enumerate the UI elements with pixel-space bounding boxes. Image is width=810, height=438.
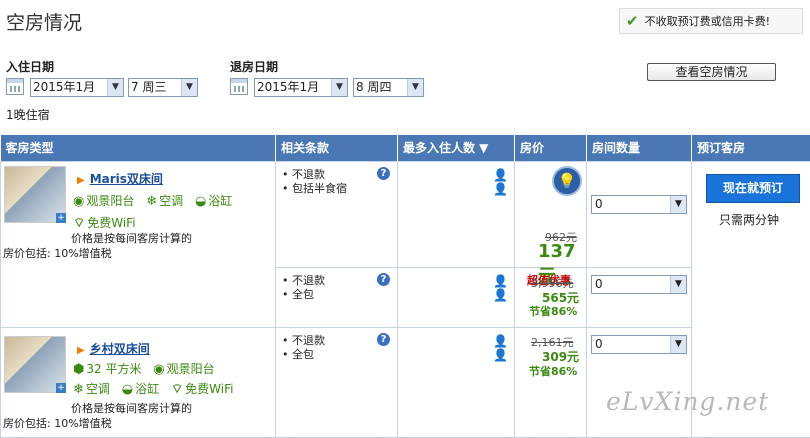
checkin-day-select[interactable]: 7 周三▼ xyxy=(128,78,198,97)
price-note: 价格是按每间客房计算的 xyxy=(71,400,192,416)
zoom-icon: + xyxy=(56,213,66,223)
eye-icon: ◉ xyxy=(73,194,84,209)
amenity-size: ⬢32 平方米 xyxy=(73,362,141,376)
header-quantity: 房间数量 xyxy=(587,135,692,161)
chevron-down-icon: ▼ xyxy=(181,79,197,96)
header-max-guests[interactable]: 最多入住人数 ▼ xyxy=(398,135,515,161)
qty-cell: 0▼ xyxy=(587,161,692,267)
chevron-down-icon: ▼ xyxy=(670,276,686,293)
price-note: 价格是按每间客房计算的 xyxy=(71,230,192,246)
qty-cell: 0▼ xyxy=(587,327,692,437)
book-now-button[interactable]: 现在就预订 xyxy=(706,174,800,203)
eye-icon: ◉ xyxy=(153,362,164,377)
header-price: 房价 xyxy=(515,135,587,161)
amenity-wifi: ⌔免费WiFi xyxy=(73,216,136,230)
guests-cell: 👤👤 xyxy=(398,327,515,437)
amenity-balcony: ◉观景阳台 xyxy=(153,362,214,376)
amenity-ac: ❄空调 xyxy=(73,382,110,396)
chevron-down-icon: ▼ xyxy=(670,196,686,213)
checkout-label: 退房日期 xyxy=(230,58,278,75)
room-photo[interactable]: + xyxy=(4,336,66,393)
nights-count: 1晚住宿 xyxy=(6,106,50,123)
checkout-calendar-icon[interactable] xyxy=(230,78,248,95)
page-title: 空房情况 xyxy=(6,8,82,35)
lightbulb-deal-icon: 💡 xyxy=(552,166,582,196)
room-cell: + 乡村双床间 ⬢32 平方米 ◉观景阳台 ❄空调 ◒浴缸 ⌔免费WiFi 价格… xyxy=(1,327,276,437)
room-cell: + Maris双床间 ◉观景阳台 ❄空调 ◒浴缸 ⌔免费WiFi 价格是按每间客… xyxy=(1,161,276,327)
price-cell: 2,161元 309元 节省86% xyxy=(515,327,587,437)
terms-cell: • 不退款• 包括半食宿 ? xyxy=(276,161,398,267)
room-photo[interactable]: + xyxy=(4,166,66,223)
bathtub-icon: ◒ xyxy=(195,194,206,209)
no-fee-notice: ✔ 不收取预订费或信用卡费! xyxy=(619,8,803,34)
room-quantity-select[interactable]: 0▼ xyxy=(591,335,687,354)
room-quantity-select[interactable]: 0▼ xyxy=(591,195,687,214)
checkout-month-select[interactable]: 2015年1月▼ xyxy=(254,78,348,97)
amenity-bathtub: ◒浴缸 xyxy=(195,194,232,208)
two-people-icon: 👤👤 xyxy=(493,334,514,362)
savings-badge: 节省86% xyxy=(529,363,577,379)
chevron-down-icon: ▼ xyxy=(407,79,423,96)
checkout-day-select[interactable]: 8 周四▼ xyxy=(353,78,424,97)
room-quantity-select[interactable]: 0▼ xyxy=(591,275,687,294)
header-book: 预订客房 xyxy=(692,135,810,161)
terms-cell: • 不退款• 全包 ? xyxy=(276,327,398,437)
help-icon[interactable]: ? xyxy=(377,167,390,180)
header-terms: 相关条款 xyxy=(276,135,398,161)
watermark: eLvXing.net xyxy=(606,387,769,416)
checkin-calendar-icon[interactable] xyxy=(6,78,24,95)
two-people-icon: 👤👤 xyxy=(493,168,514,196)
savings-badge: 节省86% xyxy=(529,303,577,319)
terms-cell: • 不退款• 全包 ? xyxy=(276,267,398,327)
amenity-bathtub: ◒浴缸 xyxy=(122,382,159,396)
room-name-link[interactable]: Maris双床间 xyxy=(77,170,163,187)
price-cell: 3,956元 565元 节省86% xyxy=(515,267,587,327)
help-icon[interactable]: ? xyxy=(377,273,390,286)
guests-cell: 👤👤 xyxy=(398,267,515,327)
amenity-balcony: ◉观景阳台 xyxy=(73,194,134,208)
qty-cell: 0▼ xyxy=(587,267,692,327)
room-name-link[interactable]: 乡村双床间 xyxy=(77,340,150,357)
bathtub-icon: ◒ xyxy=(122,382,133,397)
price-includes: 房价包括: 10%增值税 xyxy=(3,245,112,261)
zoom-icon: + xyxy=(56,383,66,393)
checkmark-icon: ✔ xyxy=(626,12,639,30)
snowflake-icon: ❄ xyxy=(146,194,157,209)
amenity-wifi: ⌔免费WiFi xyxy=(171,382,234,396)
price-includes: 房价包括: 10%增值税 xyxy=(3,415,112,431)
checkin-label: 入住日期 xyxy=(6,58,54,75)
area-icon: ⬢ xyxy=(73,362,84,377)
wifi-icon: ⌔ xyxy=(171,382,183,397)
guests-cell: 👤👤 xyxy=(398,161,515,267)
check-availability-button[interactable]: 查看空房情况 xyxy=(647,63,776,81)
header-room-type: 客房类型 xyxy=(1,135,276,161)
chevron-down-icon: ▼ xyxy=(331,79,347,96)
two-people-icon: 👤👤 xyxy=(493,274,514,302)
price-cell: 💡 962元 137元 超值优惠 xyxy=(515,161,587,267)
amenity-ac: ❄空调 xyxy=(146,194,183,208)
checkin-month-select[interactable]: 2015年1月▼ xyxy=(30,78,124,97)
chevron-down-icon: ▼ xyxy=(107,79,123,96)
book-note: 只需两分钟 xyxy=(719,211,779,228)
snowflake-icon: ❄ xyxy=(73,382,84,397)
help-icon[interactable]: ? xyxy=(377,333,390,346)
chevron-down-icon: ▼ xyxy=(670,336,686,353)
wifi-icon: ⌔ xyxy=(73,216,85,231)
